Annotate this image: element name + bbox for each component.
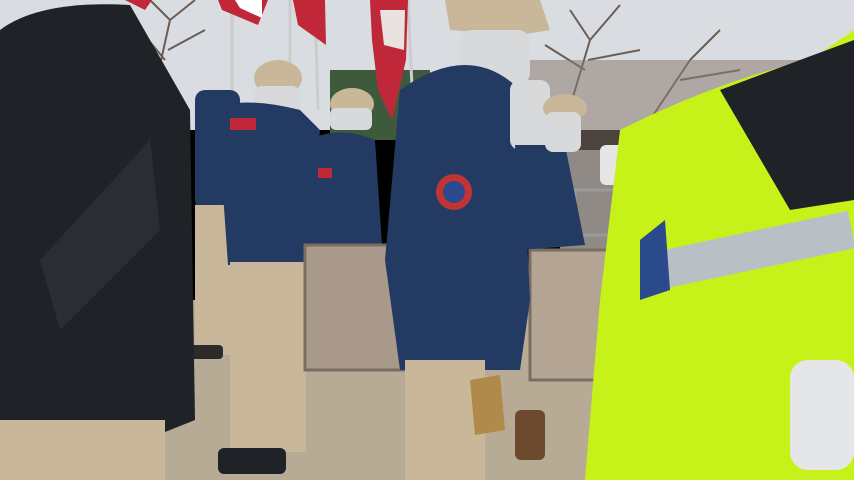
photo-scene [0, 0, 854, 480]
person-black-coat [0, 4, 195, 480]
